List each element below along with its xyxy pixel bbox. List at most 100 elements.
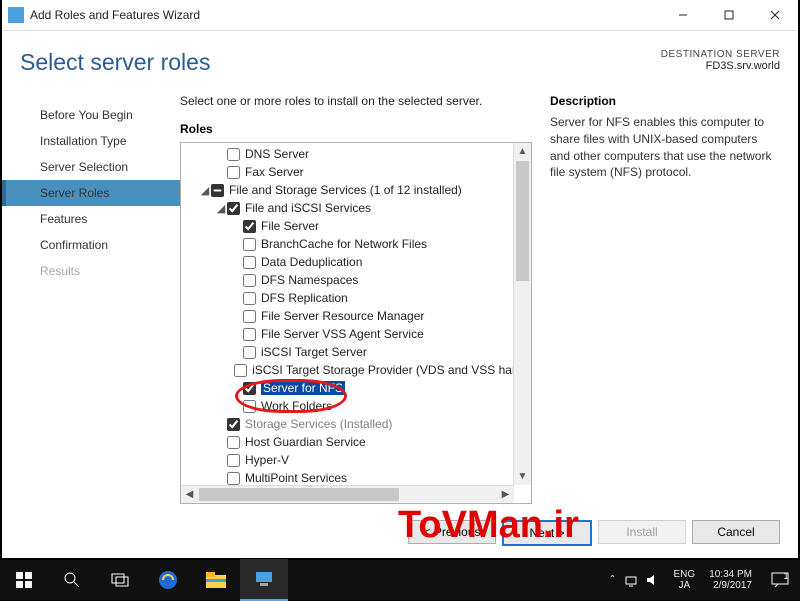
action-center-button[interactable]: 1 bbox=[760, 560, 800, 600]
role-item[interactable]: Server for NFS bbox=[183, 379, 513, 397]
vertical-scrollbar[interactable]: ▲ ▼ bbox=[513, 143, 531, 485]
nav-step[interactable]: Confirmation bbox=[2, 232, 180, 258]
role-checkbox[interactable] bbox=[243, 382, 256, 395]
role-item[interactable]: BranchCache for Network Files bbox=[183, 235, 513, 253]
role-item[interactable]: ◢ File and Storage Services (1 of 12 inst… bbox=[183, 181, 513, 199]
role-item[interactable]: ◢File and iSCSI Services bbox=[183, 199, 513, 217]
clock[interactable]: 10:34 PM 2/9/2017 bbox=[701, 569, 760, 591]
spacer bbox=[231, 382, 243, 394]
role-label: File Server VSS Agent Service bbox=[261, 327, 424, 341]
role-label: Server for NFS bbox=[261, 381, 345, 395]
role-checkbox[interactable] bbox=[243, 328, 256, 341]
spacer bbox=[231, 238, 243, 250]
role-label: Storage Services (Installed) bbox=[245, 417, 392, 431]
scroll-right-icon[interactable]: ▶ bbox=[497, 486, 514, 503]
taskbar-ie-button[interactable] bbox=[144, 560, 192, 600]
scroll-down-icon[interactable]: ▼ bbox=[514, 468, 531, 485]
role-item[interactable]: Data Deduplication bbox=[183, 253, 513, 271]
scroll-left-icon[interactable]: ◀ bbox=[181, 486, 198, 503]
role-label: DNS Server bbox=[245, 147, 309, 161]
role-item[interactable]: DFS Replication bbox=[183, 289, 513, 307]
role-item[interactable]: iSCSI Target Storage Provider (VDS and V… bbox=[183, 361, 513, 379]
description-text: Server for NFS enables this computer to … bbox=[550, 114, 778, 181]
tray-network-icon[interactable] bbox=[624, 573, 646, 587]
titlebar: Add Roles and Features Wizard bbox=[2, 0, 798, 31]
role-item[interactable]: DFS Namespaces bbox=[183, 271, 513, 289]
role-checkbox[interactable] bbox=[227, 148, 240, 161]
horizontal-scrollbar[interactable]: ◀ ▶ bbox=[181, 485, 514, 503]
role-label: File Server Resource Manager bbox=[261, 309, 424, 323]
scrollbar-thumb[interactable] bbox=[516, 161, 529, 281]
nav-step[interactable]: Before You Begin bbox=[2, 102, 180, 128]
next-button[interactable]: Next > bbox=[502, 520, 592, 546]
role-checkbox[interactable] bbox=[243, 238, 256, 251]
role-item[interactable]: Hyper-V bbox=[183, 451, 513, 469]
role-checkbox[interactable] bbox=[243, 346, 256, 359]
role-label: Data Deduplication bbox=[261, 255, 362, 269]
start-button[interactable] bbox=[0, 560, 48, 600]
role-checkbox[interactable] bbox=[234, 364, 247, 377]
role-label: Fax Server bbox=[245, 165, 304, 179]
nav-step[interactable]: Server Roles bbox=[2, 180, 180, 206]
role-item[interactable]: MultiPoint Services bbox=[183, 469, 513, 485]
role-label: iSCSI Target Server bbox=[261, 345, 367, 359]
install-button[interactable]: Install bbox=[598, 520, 686, 544]
scrollbar-thumb[interactable] bbox=[199, 488, 399, 501]
role-item[interactable]: File Server bbox=[183, 217, 513, 235]
destination-label: DESTINATION SERVER bbox=[661, 49, 780, 60]
roles-panel-label: Roles bbox=[180, 122, 532, 136]
taskbar-server-manager-button[interactable] bbox=[240, 559, 288, 601]
lang-line1: ENG bbox=[674, 569, 696, 580]
role-item[interactable]: Storage Services (Installed) bbox=[183, 415, 513, 433]
role-label: MultiPoint Services bbox=[245, 471, 347, 485]
role-item[interactable]: Fax Server bbox=[183, 163, 513, 181]
nav-step[interactable]: Features bbox=[2, 206, 180, 232]
role-item[interactable]: Work Folders bbox=[183, 397, 513, 415]
scroll-up-icon[interactable]: ▲ bbox=[514, 143, 531, 160]
roles-listbox[interactable]: DNS Server Fax Server◢File and Storage S… bbox=[180, 142, 532, 504]
spacer bbox=[215, 436, 227, 448]
task-view-button[interactable] bbox=[96, 560, 144, 600]
role-checkbox[interactable] bbox=[227, 436, 240, 449]
wizard-buttons: < Previous Next > Install Cancel bbox=[2, 520, 798, 546]
role-checkbox[interactable] bbox=[227, 472, 240, 485]
tray-volume-icon[interactable] bbox=[646, 573, 668, 587]
tray-chevron-icon[interactable]: ˆ bbox=[602, 573, 624, 587]
role-checkbox[interactable] bbox=[227, 202, 240, 215]
role-checkbox[interactable] bbox=[227, 454, 240, 467]
role-checkbox[interactable] bbox=[243, 310, 256, 323]
maximize-button[interactable] bbox=[706, 0, 752, 30]
role-label: Hyper-V bbox=[245, 453, 289, 467]
language-indicator[interactable]: ENG JA bbox=[668, 569, 702, 591]
role-checkbox[interactable] bbox=[243, 274, 256, 287]
role-checkbox[interactable] bbox=[243, 400, 256, 413]
previous-button[interactable]: < Previous bbox=[408, 520, 496, 544]
minimize-button[interactable] bbox=[660, 0, 706, 30]
nav-step[interactable]: Server Selection bbox=[2, 154, 180, 180]
role-item[interactable]: File Server VSS Agent Service bbox=[183, 325, 513, 343]
role-label: File and Storage Services (1 of 12 insta… bbox=[229, 183, 462, 197]
expand-icon[interactable]: ◢ bbox=[199, 184, 211, 197]
expand-icon[interactable]: ◢ bbox=[215, 202, 227, 215]
role-checkbox[interactable] bbox=[211, 184, 224, 197]
spacer bbox=[215, 418, 227, 430]
role-checkbox[interactable] bbox=[227, 418, 240, 431]
role-item[interactable]: File Server Resource Manager bbox=[183, 307, 513, 325]
search-button[interactable] bbox=[48, 560, 96, 600]
description-panel-label: Description bbox=[550, 94, 778, 108]
role-checkbox[interactable] bbox=[227, 166, 240, 179]
role-checkbox[interactable] bbox=[243, 292, 256, 305]
role-item[interactable]: Host Guardian Service bbox=[183, 433, 513, 451]
cancel-button[interactable]: Cancel bbox=[692, 520, 780, 544]
role-item[interactable]: iSCSI Target Server bbox=[183, 343, 513, 361]
role-checkbox[interactable] bbox=[243, 220, 256, 233]
instruction-text: Select one or more roles to install on t… bbox=[180, 94, 532, 108]
taskbar-explorer-button[interactable] bbox=[192, 560, 240, 600]
role-checkbox[interactable] bbox=[243, 256, 256, 269]
nav-step[interactable]: Installation Type bbox=[2, 128, 180, 154]
role-item[interactable]: DNS Server bbox=[183, 145, 513, 163]
spacer bbox=[231, 328, 243, 340]
page-title: Select server roles bbox=[20, 49, 661, 76]
close-button[interactable] bbox=[752, 0, 798, 30]
destination-value: FD3S.srv.world bbox=[661, 60, 780, 72]
